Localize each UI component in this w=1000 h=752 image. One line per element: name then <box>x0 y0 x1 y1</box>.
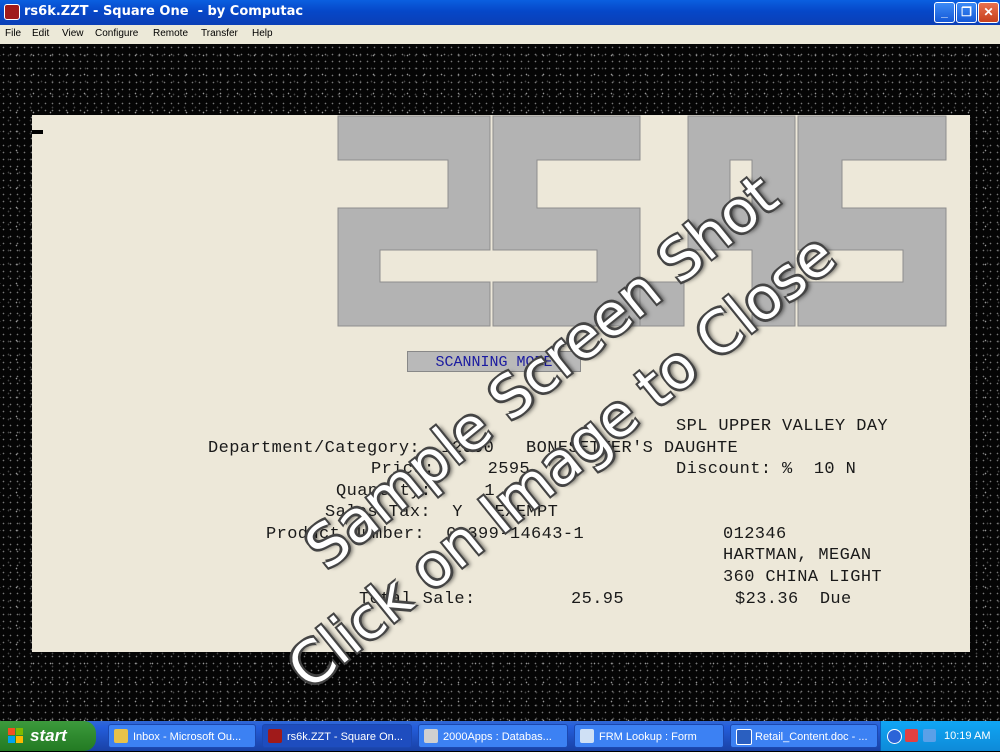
store-name: SPL UPPER VALLEY DAY <box>676 417 889 436</box>
windows-flag-icon <box>8 728 23 743</box>
task-2000apps[interactable]: 2000Apps : Databas... <box>418 724 568 748</box>
task-inbox[interactable]: Inbox - Microsoft Ou... <box>108 724 256 748</box>
task-square-one[interactable]: rs6k.ZZT - Square On... <box>262 724 412 748</box>
form-icon <box>580 729 594 743</box>
task-label: FRM Lookup : Form <box>599 731 697 743</box>
customer-name: HARTMAN, MEGAN <box>723 546 872 565</box>
task-label: Inbox - Microsoft Ou... <box>133 731 242 743</box>
discount-line: Discount: % 10 N <box>676 460 857 479</box>
start-label: start <box>30 726 67 745</box>
network-icon[interactable] <box>905 729 918 742</box>
clock[interactable]: 10:19 AM <box>944 721 990 751</box>
task-label: 2000Apps : Databas... <box>443 731 552 743</box>
task-frm-lookup[interactable]: FRM Lookup : Form <box>574 724 724 748</box>
customer-id: 012346 <box>723 525 787 544</box>
word-doc-icon <box>736 729 752 745</box>
task-label: Retail_Content.doc - ... <box>755 731 868 743</box>
taskbar: start Inbox - Microsoft Ou... rs6k.ZZT -… <box>0 721 1000 751</box>
amount-due: $23.36 Due <box>735 590 852 609</box>
start-button[interactable]: start <box>0 721 96 751</box>
task-label: rs6k.ZZT - Square On... <box>287 731 403 743</box>
outlook-icon <box>114 729 128 743</box>
system-tray: 10:19 AM <box>880 721 1000 751</box>
task-retail-content[interactable]: Retail_Content.doc - ... <box>730 724 878 748</box>
customer-address: 360 CHINA LIGHT <box>723 568 883 587</box>
square-one-icon <box>268 729 282 743</box>
database-icon <box>424 729 438 743</box>
total-sale-value: 25.95 <box>571 590 625 609</box>
chevron-left-icon[interactable] <box>887 729 902 744</box>
volume-icon[interactable] <box>923 729 936 742</box>
